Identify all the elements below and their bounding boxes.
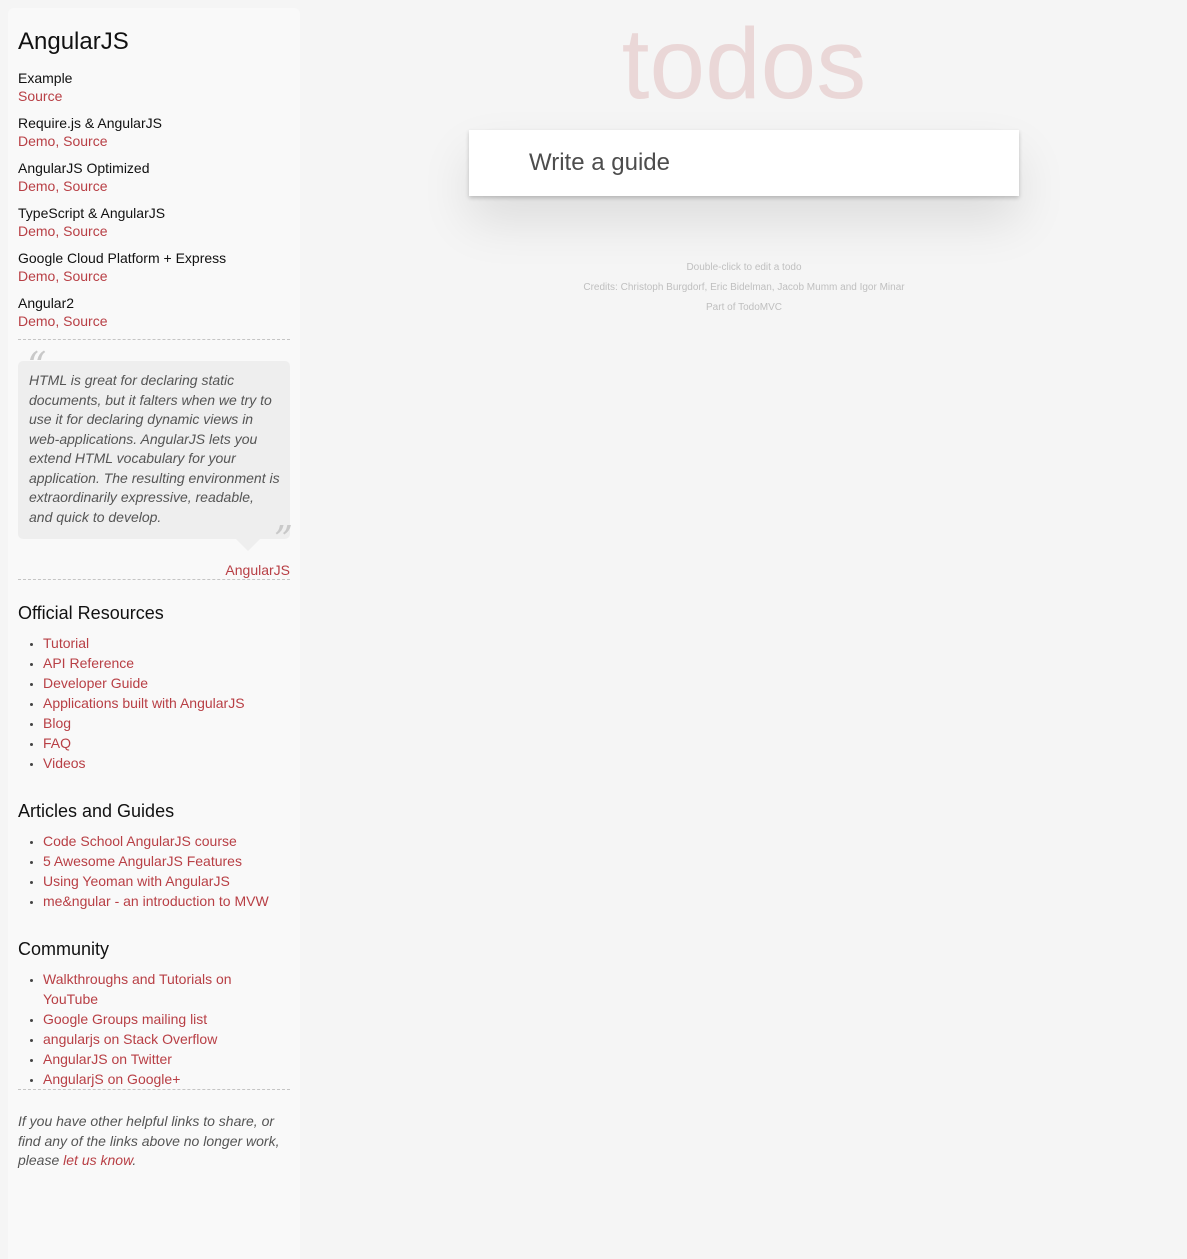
example-name: TypeScript & AngularJS xyxy=(18,205,166,221)
link-separator: , xyxy=(55,178,64,194)
example-item: Google Cloud Platform + Express Demo, So… xyxy=(18,249,290,285)
example-source-link[interactable]: Source xyxy=(63,133,107,149)
article-link[interactable]: Code School AngularJS course xyxy=(43,833,237,849)
example-demo-link[interactable]: Demo xyxy=(18,223,55,239)
resource-link[interactable]: Tutorial xyxy=(43,635,89,651)
info-footer: Double-click to edit a todo Credits: Chr… xyxy=(469,258,1019,318)
community-link[interactable]: AngularjS on Google+ xyxy=(43,1071,180,1087)
learn-sidebar: AngularJS Example Source Require.js & An… xyxy=(8,8,300,1259)
quote-pointer-icon xyxy=(236,539,260,551)
credits: Credits: Christoph Burgdorf, Eric Bidelm… xyxy=(583,282,905,293)
example-source-link[interactable]: Source xyxy=(63,178,107,194)
resource-link[interactable]: API Reference xyxy=(43,655,134,671)
community-link[interactable]: AngularJS on Twitter xyxy=(43,1051,172,1067)
example-name: AngularJS Optimized xyxy=(18,160,150,176)
article-link[interactable]: Using Yeoman with AngularJS xyxy=(43,873,230,889)
example-item: Angular2 Demo, Source xyxy=(18,294,290,330)
list-item: Tutorial xyxy=(43,633,290,653)
quote-bubble: “ HTML is great for declaring static doc… xyxy=(18,347,293,559)
list-item: Blog xyxy=(43,713,290,733)
example-demo-link[interactable]: Demo xyxy=(18,178,55,194)
example-source-link[interactable]: Source xyxy=(63,313,107,329)
official-resources-list: Tutorial API Reference Developer Guide A… xyxy=(18,633,290,773)
list-item: AngularJS on Twitter xyxy=(43,1049,290,1069)
community-link[interactable]: Google Groups mailing list xyxy=(43,1011,207,1027)
list-item: Developer Guide xyxy=(43,673,290,693)
todomvc-link[interactable]: TodoMVC xyxy=(738,302,782,313)
community-list: Walkthroughs and Tutorials on YouTube Go… xyxy=(18,969,290,1089)
edit-hint: Double-click to edit a todo xyxy=(686,262,802,273)
section-title-official-resources: Official Resources xyxy=(18,603,164,623)
example-source-link[interactable]: Source xyxy=(63,223,107,239)
list-item: Videos xyxy=(43,753,290,773)
divider xyxy=(18,579,290,580)
article-link[interactable]: me&ngular - an introduction to MVW xyxy=(43,893,269,909)
quote-text: HTML is great for declaring static docum… xyxy=(29,372,280,525)
resource-link[interactable]: FAQ xyxy=(43,735,71,751)
divider xyxy=(18,1089,290,1090)
example-demo-link[interactable]: Demo xyxy=(18,268,55,284)
list-item: API Reference xyxy=(43,653,290,673)
example-links: Demo, Source xyxy=(18,267,290,285)
example-links: Demo, Source xyxy=(18,312,290,330)
part-of-prefix: Part of xyxy=(706,302,739,313)
divider xyxy=(18,339,290,340)
example-demo-link[interactable]: Demo xyxy=(18,313,55,329)
list-item: Applications built with AngularJS xyxy=(43,693,290,713)
footer-text-end: . xyxy=(132,1152,137,1168)
example-item: Example Source xyxy=(18,69,290,105)
list-item: FAQ xyxy=(43,733,290,753)
example-links: Source xyxy=(18,87,290,105)
speech-quote: “ HTML is great for declaring static doc… xyxy=(18,347,293,579)
footer-text: If you have other helpful links to share… xyxy=(18,1113,280,1168)
article-link[interactable]: 5 Awesome AngularJS Features xyxy=(43,853,242,869)
example-item: AngularJS Optimized Demo, Source xyxy=(18,159,290,195)
list-item: Code School AngularJS course xyxy=(43,831,290,851)
list-item: AngularjS on Google+ xyxy=(43,1069,290,1089)
list-item: 5 Awesome AngularJS Features xyxy=(43,851,290,871)
example-name: Angular2 xyxy=(18,295,75,311)
part-of: Part of TodoMVC xyxy=(469,298,1019,318)
example-demo-link[interactable]: Demo xyxy=(18,133,55,149)
link-separator: , xyxy=(55,313,64,329)
resource-link[interactable]: Developer Guide xyxy=(43,675,148,691)
app-title: todos xyxy=(621,8,867,120)
example-item: TypeScript & AngularJS Demo, Source xyxy=(18,204,290,240)
quote-source-link[interactable]: AngularJS xyxy=(225,562,290,578)
list-item: Walkthroughs and Tutorials on YouTube xyxy=(43,969,290,1009)
example-name: Google Cloud Platform + Express xyxy=(18,250,227,266)
list-item: Using Yeoman with AngularJS xyxy=(43,871,290,891)
example-item: Require.js & AngularJS Demo, Source xyxy=(18,114,290,150)
quote-footer: AngularJS xyxy=(18,561,290,579)
link-separator: , xyxy=(55,268,64,284)
example-source-link[interactable]: Source xyxy=(18,88,62,104)
articles-list: Code School AngularJS course 5 Awesome A… xyxy=(18,831,290,911)
community-link[interactable]: Walkthroughs and Tutorials on YouTube xyxy=(43,971,232,1007)
resource-link[interactable]: Videos xyxy=(43,755,86,771)
list-item: me&ngular - an introduction to MVW xyxy=(43,891,290,911)
community-link[interactable]: angularjs on Stack Overflow xyxy=(43,1031,217,1047)
example-name: Example xyxy=(18,70,73,86)
link-separator: , xyxy=(55,223,64,239)
let-us-know-link[interactable]: let us know xyxy=(63,1152,132,1168)
example-links: Demo, Source xyxy=(18,177,290,195)
todo-app xyxy=(469,130,1019,196)
close-quote-icon: ” xyxy=(273,518,293,562)
resource-link[interactable]: Applications built with AngularJS xyxy=(43,695,245,711)
example-links: Demo, Source xyxy=(18,222,290,240)
examples-list: Example Source Require.js & AngularJS De… xyxy=(18,69,290,330)
section-title-community: Community xyxy=(18,939,110,959)
example-source-link[interactable]: Source xyxy=(63,268,107,284)
new-todo-input[interactable] xyxy=(469,130,1019,196)
resource-link[interactable]: Blog xyxy=(43,715,71,731)
list-item: Google Groups mailing list xyxy=(43,1009,290,1029)
example-name: Require.js & AngularJS xyxy=(18,115,162,131)
sidebar-footer-note: If you have other helpful links to share… xyxy=(18,1112,290,1171)
section-title-articles: Articles and Guides xyxy=(18,801,175,821)
list-item: angularjs on Stack Overflow xyxy=(43,1029,290,1049)
link-separator: , xyxy=(55,133,64,149)
example-links: Demo, Source xyxy=(18,132,290,150)
open-quote-icon: “ xyxy=(27,344,47,388)
sidebar-title: AngularJS xyxy=(18,28,129,55)
